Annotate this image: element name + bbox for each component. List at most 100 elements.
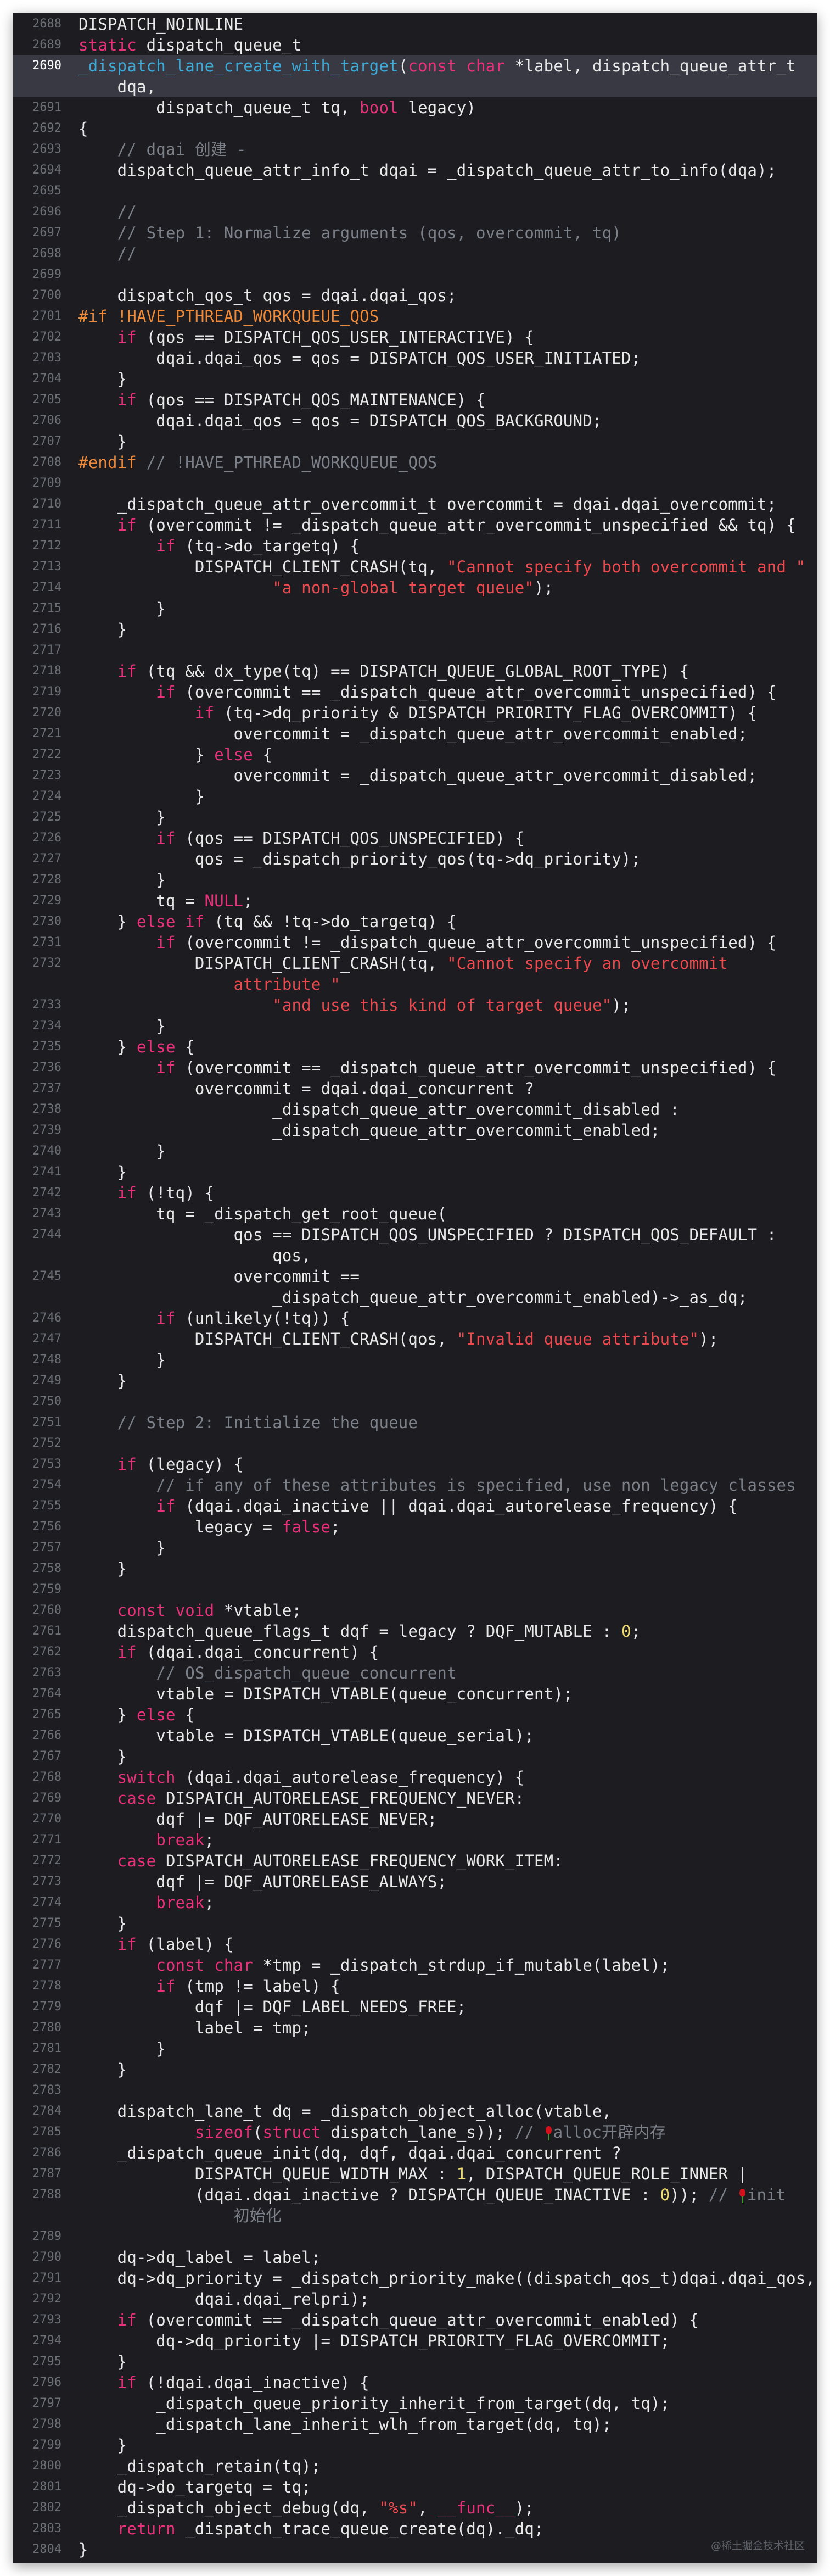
code-line[interactable]: 2797 _dispatch_queue_priority_inherit_fr… [13, 2393, 817, 2414]
code-line[interactable]: 2778 if (tmp != label) { [13, 1976, 817, 1997]
code-line[interactable]: 2739 _dispatch_queue_attr_overcommit_ena… [13, 1120, 817, 1141]
code-line[interactable]: 2742 if (!tq) { [13, 1183, 817, 1203]
code-line[interactable]: 2755 if (dqai.dqai_inactive || dqai.dqai… [13, 1496, 817, 1516]
code-line-wrap[interactable]: 初始化 [13, 2205, 817, 2226]
code-line[interactable]: 2688 DISPATCH_NOINLINE [13, 14, 817, 35]
code-line[interactable]: 2705 if (qos == DISPATCH_QOS_MAINTENANCE… [13, 389, 817, 410]
code-line[interactable]: 2740 } [13, 1141, 817, 1162]
code-line[interactable]: 2784 dispatch_lane_t dq = _dispatch_obje… [13, 2101, 817, 2122]
code-line[interactable]: 2756 legacy = false; [13, 1516, 817, 1537]
code-line[interactable]: 2792 dqai.dqai_relpri); [13, 2289, 817, 2310]
code-editor[interactable]: 2688 DISPATCH_NOINLINE 2689 static dispatch… [13, 13, 817, 2563]
code-line[interactable]: 2757 } [13, 1537, 817, 1558]
code-line[interactable]: 2747 DISPATCH_CLIENT_CRASH(qos, "Invalid… [13, 1329, 817, 1350]
code-line[interactable]: 2714 "a non-global target queue"); [13, 577, 817, 598]
code-line[interactable]: 2799 } [13, 2435, 817, 2456]
code-line[interactable]: 2713 DISPATCH_CLIENT_CRASH(tq, "Cannot s… [13, 556, 817, 577]
code-line[interactable]: 2737 overcommit = dqai.dqai_concurrent ? [13, 1078, 817, 1099]
code-line[interactable]: 2789 [13, 2226, 817, 2247]
code-line[interactable]: 2801 dq->do_targetq = tq; [13, 2477, 817, 2497]
code-line[interactable]: 2719 if (overcommit == _dispatch_queue_a… [13, 682, 817, 702]
code-line[interactable]: 2712 if (tq->do_targetq) { [13, 536, 817, 556]
code-line[interactable]: 2728 } [13, 869, 817, 890]
code-line[interactable]: 2791 dq->dq_priority = _dispatch_priorit… [13, 2268, 817, 2289]
code-line[interactable]: 2724 } [13, 786, 817, 807]
code-line[interactable]: 2708 #endif // !HAVE_PTHREAD_WORKQUEUE_QO… [13, 452, 817, 473]
code-line[interactable]: 2763 // OS_dispatch_queue_concurrent [13, 1663, 817, 1683]
code-line[interactable]: 2736 if (overcommit == _dispatch_queue_a… [13, 1057, 817, 1078]
code-line[interactable]: 2734 } [13, 1016, 817, 1036]
code-line[interactable]: 2802 _dispatch_object_debug(dq, "%s", __… [13, 2497, 817, 2518]
code-line[interactable]: 2706 dqai.dqai_qos = qos = DISPATCH_QOS_… [13, 410, 817, 431]
code-line[interactable]: 2786 _dispatch_queue_init(dq, dqf, dqai.… [13, 2143, 817, 2164]
code-line[interactable]: 2785 sizeof(struct dispatch_lane_s)); //… [13, 2122, 817, 2143]
code-line[interactable]: 2720 if (tq->dq_priority & DISPATCH_PRIO… [13, 702, 817, 723]
code-line[interactable]: 2748 } [13, 1350, 817, 1370]
code-line[interactable]: 2800 _dispatch_retain(tq); [13, 2456, 817, 2477]
code-line[interactable]: 2803 return _dispatch_trace_queue_create… [13, 2518, 817, 2539]
code-line[interactable]: 2718 if (tq && dx_type(tq) == DISPATCH_Q… [13, 661, 817, 682]
code-line[interactable]: 2699 [13, 264, 817, 285]
code-line[interactable]: 2794 dq->dq_priority |= DISPATCH_PRIORIT… [13, 2330, 817, 2351]
code-line[interactable]: 2716 } [13, 619, 817, 640]
code-line[interactable]: 2691 dispatch_queue_t tq, bool legacy) [13, 97, 817, 118]
code-line[interactable]: 2751 // Step 2: Initialize the queue [13, 1412, 817, 1433]
code-line[interactable]: 2796 if (!dqai.dqai_inactive) { [13, 2372, 817, 2393]
code-line[interactable]: 2743 tq = _dispatch_get_root_queue( [13, 1203, 817, 1224]
code-line[interactable]: 2760 const void *vtable; [13, 1600, 817, 1621]
code-line[interactable]: 2762 if (dqai.dqai_concurrent) { [13, 1642, 817, 1663]
code-line[interactable]: 2774 break; [13, 1892, 817, 1913]
code-line[interactable]: 2732 DISPATCH_CLIENT_CRASH(tq, "Cannot s… [13, 953, 817, 974]
code-line[interactable]: 2753 if (legacy) { [13, 1454, 817, 1475]
code-line[interactable]: 2735 } else { [13, 1036, 817, 1057]
code-line[interactable]: 2700 dispatch_qos_t qos = dqai.dqai_qos; [13, 285, 817, 306]
code-line[interactable]: 2745 overcommit == [13, 1266, 817, 1287]
code-line[interactable]: 2698 // [13, 243, 817, 264]
code-line[interactable]: 2795 } [13, 2351, 817, 2372]
code-line[interactable]: 2693 // dqai 创建 - [13, 139, 817, 160]
code-line[interactable]: 2710 _dispatch_queue_attr_overcommit_t o… [13, 494, 817, 515]
code-line[interactable]: 2790 dq->dq_label = label; [13, 2247, 817, 2268]
code-line[interactable]: 2703 dqai.dqai_qos = qos = DISPATCH_QOS_… [13, 348, 817, 369]
code-line[interactable]: 2782 } [13, 2059, 817, 2080]
code-line[interactable]: 2733 "and use this kind of target queue"… [13, 995, 817, 1016]
code-line[interactable]: 2711 if (overcommit != _dispatch_queue_a… [13, 515, 817, 536]
code-line[interactable]: 2767 } [13, 1746, 817, 1767]
code-line[interactable]: 2729 tq = NULL; [13, 890, 817, 911]
code-line[interactable]: 2770 dqf |= DQF_AUTORELEASE_NEVER; [13, 1809, 817, 1830]
code-line[interactable]: 2730 } else if (tq && !tq->do_targetq) { [13, 911, 817, 932]
code-line[interactable]: 2752 [13, 1433, 817, 1454]
code-line[interactable]: 2725 } [13, 807, 817, 828]
code-line[interactable]: 2769 case DISPATCH_AUTORELEASE_FREQUENCY… [13, 1788, 817, 1809]
code-line[interactable]: 2776 if (label) { [13, 1934, 817, 1955]
code-line[interactable]: 2804} [13, 2539, 817, 2560]
code-line[interactable]: 2772 case DISPATCH_AUTORELEASE_FREQUENCY… [13, 1850, 817, 1871]
code-line[interactable]: 2727 qos = _dispatch_priority_qos(tq->dq… [13, 849, 817, 869]
code-line[interactable]: 2758 } [13, 1558, 817, 1579]
code-line[interactable]: 2759 [13, 1579, 817, 1600]
code-line-wrap[interactable]: attribute " [13, 974, 817, 995]
code-line[interactable]: 2694 dispatch_queue_attr_info_t dqai = _… [13, 160, 817, 181]
code-line[interactable]: 2793 if (overcommit == _dispatch_queue_a… [13, 2310, 817, 2330]
code-line[interactable]: 2721 overcommit = _dispatch_queue_attr_o… [13, 723, 817, 744]
code-line[interactable]: 2761 dispatch_queue_flags_t dqf = legacy… [13, 1621, 817, 1642]
code-line[interactable]: 2715 } [13, 598, 817, 619]
code-line[interactable]: 2764 vtable = DISPATCH_VTABLE(queue_conc… [13, 1683, 817, 1704]
code-line[interactable]: 2765 } else { [13, 1704, 817, 1725]
code-line[interactable]: 2746 if (unlikely(!tq)) { [13, 1308, 817, 1329]
code-line[interactable]: 2704 } [13, 369, 817, 389]
code-line[interactable]: 2702 if (qos == DISPATCH_QOS_USER_INTERA… [13, 327, 817, 348]
code-line[interactable]: 2754 // if any of these attributes is sp… [13, 1475, 817, 1496]
code-line[interactable]: 2738 _dispatch_queue_attr_overcommit_dis… [13, 1099, 817, 1120]
code-line[interactable]: 2690 _dispatch_lane_create_with_target(co… [13, 55, 817, 76]
code-line-wrap[interactable]: _dispatch_queue_attr_overcommit_enabled)… [13, 1287, 817, 1308]
code-line[interactable]: 2707 } [13, 431, 817, 452]
code-line[interactable]: 2689 static dispatch_queue_t [13, 35, 817, 55]
code-line[interactable]: 2696 // [13, 202, 817, 222]
code-line[interactable]: 2766 vtable = DISPATCH_VTABLE(queue_seri… [13, 1725, 817, 1746]
code-line[interactable]: 2722 } else { [13, 744, 817, 765]
code-line-wrap[interactable]: dqa, [13, 76, 817, 97]
code-line[interactable]: 2788 (dqai.dqai_inactive ? DISPATCH_QUEU… [13, 2184, 817, 2205]
code-line[interactable]: 2726 if (qos == DISPATCH_QOS_UNSPECIFIED… [13, 828, 817, 849]
code-line[interactable]: 2771 break; [13, 1830, 817, 1850]
